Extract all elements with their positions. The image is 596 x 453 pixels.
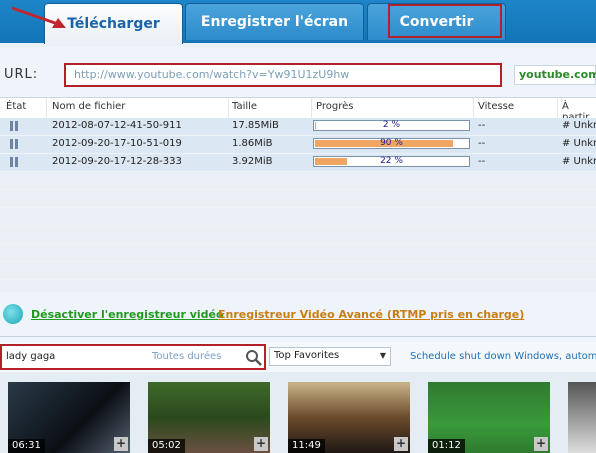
schedule-shutdown-link[interactable]: Schedule shut down Windows, automa (410, 351, 596, 362)
empty-row (0, 244, 596, 262)
file-size: 3.92MiB (232, 156, 273, 167)
duration-filter[interactable]: Toutes durées (152, 351, 221, 362)
tab-bar: Télécharger Enregistrer l'écran Converti… (0, 0, 596, 47)
file-size: 17.85MiB (232, 120, 279, 131)
search-icon[interactable] (245, 349, 263, 367)
url-label: URL: (4, 67, 39, 82)
source: # Unkn (562, 138, 596, 149)
speed: -- (478, 120, 486, 131)
pause-icon[interactable] (10, 139, 19, 149)
pause-icon[interactable] (10, 121, 19, 131)
col-header-taille[interactable]: Taille (232, 101, 257, 112)
video-duration: 01:12 (428, 439, 465, 453)
col-header-nom[interactable]: Nom de fichier (52, 101, 125, 112)
file-name: 2012-09-20-17-12-28-333 (52, 156, 182, 167)
col-header-progres[interactable]: Progrès (316, 101, 353, 112)
progress-bar: 22 % (313, 156, 470, 167)
file-size: 1.86MiB (232, 138, 273, 149)
video-thumbnails: 06:31 + 05:02 + 11:49 + 01:12 + (0, 372, 596, 453)
video-thumbnail[interactable]: 11:49 + (288, 382, 410, 453)
red-arrow-annotation (11, 6, 66, 28)
source: # Unkn (562, 156, 596, 167)
table-body: 2012-08-07-12-41-50-911 17.85MiB 2 % -- … (0, 118, 596, 298)
progress-label: 2 % (382, 120, 401, 130)
site-indicator: youtube.com (514, 65, 596, 85)
advanced-recorder-link[interactable]: Enregistreur Vidéo Avancé (RTMP pris en … (218, 308, 524, 321)
table-row[interactable]: 2012-08-07-12-41-50-911 17.85MiB 2 % -- … (0, 118, 596, 136)
add-icon[interactable]: + (114, 437, 128, 451)
add-icon[interactable]: + (534, 437, 548, 451)
progress-bar: 90 % (313, 138, 470, 149)
category-select-value: Top Favorites (274, 350, 340, 361)
empty-row (0, 208, 596, 226)
progress-label: 90 % (380, 138, 403, 148)
file-name: 2012-09-20-17-10-51-019 (52, 138, 182, 149)
category-select[interactable]: Top Favorites ▼ (269, 347, 391, 366)
video-thumbnail[interactable]: 05:02 + (148, 382, 270, 453)
empty-row (0, 262, 596, 280)
empty-row (0, 226, 596, 244)
video-duration: 11:49 (288, 439, 325, 453)
search-box[interactable]: lady gaga Toutes durées (0, 344, 266, 370)
tab-enregistrer-ecran[interactable]: Enregistrer l'écran (185, 3, 364, 40)
chevron-down-icon[interactable]: ▼ (380, 351, 386, 360)
empty-row (0, 172, 596, 190)
video-thumbnail[interactable] (568, 382, 596, 453)
table-header: État Nom de fichier Taille Progrès Vites… (0, 98, 596, 123)
highlight-box-convertir (388, 4, 502, 38)
file-name: 2012-08-07-12-41-50-911 (52, 120, 182, 131)
recorder-icon (3, 304, 23, 324)
url-input[interactable]: http://www.youtube.com/watch?v=Yw91U1zU9… (64, 63, 502, 87)
video-duration: 05:02 (148, 439, 185, 453)
progress-bar: 2 % (313, 120, 470, 131)
source: # Unkn (562, 120, 596, 131)
table-row[interactable]: 2012-09-20-17-12-28-333 3.92MiB 22 % -- … (0, 154, 596, 172)
col-header-etat[interactable]: État (6, 101, 26, 112)
empty-row (0, 190, 596, 208)
speed: -- (478, 156, 486, 167)
video-thumbnail[interactable]: 06:31 + (8, 382, 130, 453)
add-icon[interactable]: + (254, 437, 268, 451)
col-header-vitesse[interactable]: Vitesse (478, 101, 514, 112)
video-thumbnail[interactable]: 01:12 + (428, 382, 550, 453)
video-duration: 06:31 (8, 439, 45, 453)
pause-icon[interactable] (10, 157, 19, 167)
progress-label: 22 % (380, 156, 403, 166)
add-icon[interactable]: + (394, 437, 408, 451)
download-table: État Nom de fichier Taille Progrès Vites… (0, 97, 596, 298)
disable-recorder-link[interactable]: Désactiver l'enregistreur vidéo (31, 308, 224, 321)
table-row[interactable]: 2012-09-20-17-10-51-019 1.86MiB 90 % -- … (0, 136, 596, 154)
search-input[interactable]: lady gaga (6, 351, 55, 362)
speed: -- (478, 138, 486, 149)
